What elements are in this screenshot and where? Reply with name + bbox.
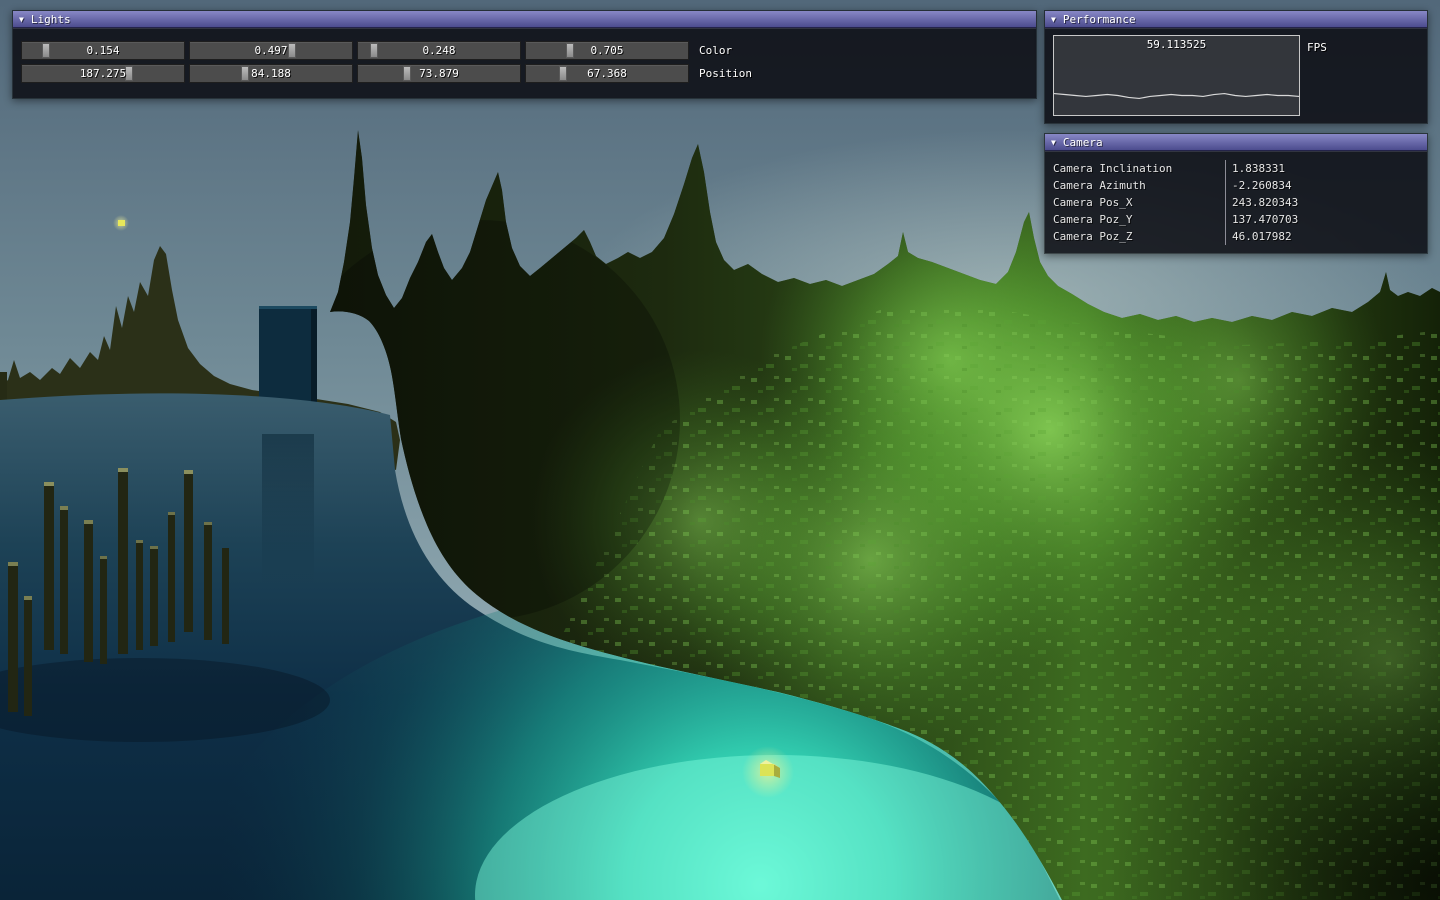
lights-panel-titlebar[interactable]: ▼ Lights bbox=[13, 11, 1036, 28]
light-color-slider-a[interactable]: 0.705 bbox=[525, 41, 689, 60]
camera-row-azimuth: Camera Azimuth -2.260834 bbox=[1045, 177, 1427, 194]
slider-handle[interactable] bbox=[566, 43, 574, 58]
position-row-label: Position bbox=[699, 67, 752, 80]
app-window: ▼ Lights 0.154 0.497 0.248 0.7 bbox=[0, 0, 1440, 900]
light-color-row: 0.154 0.497 0.248 0.705 Color bbox=[21, 41, 1036, 60]
slider-value: 73.879 bbox=[358, 65, 520, 82]
camera-row-label: Camera Poz_Z bbox=[1045, 228, 1225, 245]
camera-panel-titlebar[interactable]: ▼ Camera bbox=[1045, 134, 1427, 151]
camera-row-label: Camera Poz_Y bbox=[1045, 211, 1225, 228]
slider-handle[interactable] bbox=[403, 66, 411, 81]
camera-panel-title: Camera bbox=[1063, 134, 1103, 151]
light-cube bbox=[742, 746, 794, 798]
light-color-slider-r[interactable]: 0.154 bbox=[21, 41, 185, 60]
fps-graph: 59.113525 bbox=[1053, 35, 1300, 116]
camera-row-pos-z: Camera Poz_Z 46.017982 bbox=[1045, 228, 1427, 245]
slider-value: 84.188 bbox=[190, 65, 352, 82]
slider-value: 0.497 bbox=[190, 42, 352, 59]
slider-handle[interactable] bbox=[241, 66, 249, 81]
performance-panel: ▼ Performance 59.113525 FPS bbox=[1044, 10, 1428, 124]
lights-panel: ▼ Lights 0.154 0.497 0.248 0.7 bbox=[12, 10, 1037, 99]
slider-handle[interactable] bbox=[370, 43, 378, 58]
fps-label: FPS bbox=[1307, 41, 1327, 54]
camera-row-label: Camera Inclination bbox=[1045, 160, 1225, 177]
slider-handle[interactable] bbox=[125, 66, 133, 81]
light-color-slider-g[interactable]: 0.497 bbox=[189, 41, 353, 60]
camera-row-value[interactable]: 1.838331 bbox=[1225, 160, 1427, 177]
camera-row-value[interactable]: 137.470703 bbox=[1225, 211, 1427, 228]
slider-handle[interactable] bbox=[288, 43, 296, 58]
camera-row-value[interactable]: 243.820343 bbox=[1225, 194, 1427, 211]
light-position-slider-x[interactable]: 187.275 bbox=[21, 64, 185, 83]
slider-handle[interactable] bbox=[559, 66, 567, 81]
performance-panel-titlebar[interactable]: ▼ Performance bbox=[1045, 11, 1427, 28]
slider-handle[interactable] bbox=[42, 43, 50, 58]
camera-row-inclination: Camera Inclination 1.838331 bbox=[1045, 160, 1427, 177]
camera-panel: ▼ Camera Camera Inclination 1.838331 Cam… bbox=[1044, 133, 1428, 254]
lights-panel-title: Lights bbox=[31, 11, 71, 28]
collapse-triangle-icon[interactable]: ▼ bbox=[19, 11, 24, 28]
collapse-triangle-icon[interactable]: ▼ bbox=[1051, 11, 1056, 28]
light-position-slider-y[interactable]: 84.188 bbox=[189, 64, 353, 83]
camera-row-value[interactable]: -2.260834 bbox=[1225, 177, 1427, 194]
camera-row-pos-x: Camera Pos_X 243.820343 bbox=[1045, 194, 1427, 211]
distant-light-dot bbox=[113, 215, 129, 231]
slider-value: 0.248 bbox=[358, 42, 520, 59]
slider-value: 0.705 bbox=[526, 42, 688, 59]
camera-row-label: Camera Azimuth bbox=[1045, 177, 1225, 194]
performance-panel-body: 59.113525 FPS bbox=[1045, 28, 1427, 123]
fps-value: 59.113525 bbox=[1054, 38, 1299, 51]
camera-row-value[interactable]: 46.017982 bbox=[1225, 228, 1427, 245]
collapse-triangle-icon[interactable]: ▼ bbox=[1051, 134, 1056, 151]
slider-value: 187.275 bbox=[22, 65, 184, 82]
light-position-row: 187.275 84.188 73.879 67.368 Position bbox=[21, 64, 1036, 83]
camera-panel-body: Camera Inclination 1.838331 Camera Azimu… bbox=[1045, 151, 1427, 253]
light-position-slider-z[interactable]: 73.879 bbox=[357, 64, 521, 83]
lights-panel-body: 0.154 0.497 0.248 0.705 Color bbox=[13, 28, 1036, 98]
slider-value: 67.368 bbox=[526, 65, 688, 82]
light-position-slider-w[interactable]: 67.368 bbox=[525, 64, 689, 83]
performance-panel-title: Performance bbox=[1063, 11, 1136, 28]
camera-row-label: Camera Pos_X bbox=[1045, 194, 1225, 211]
monolith-reflection bbox=[262, 434, 314, 584]
camera-row-pos-y: Camera Poz_Y 137.470703 bbox=[1045, 211, 1427, 228]
color-row-label: Color bbox=[699, 44, 732, 57]
light-color-slider-b[interactable]: 0.248 bbox=[357, 41, 521, 60]
